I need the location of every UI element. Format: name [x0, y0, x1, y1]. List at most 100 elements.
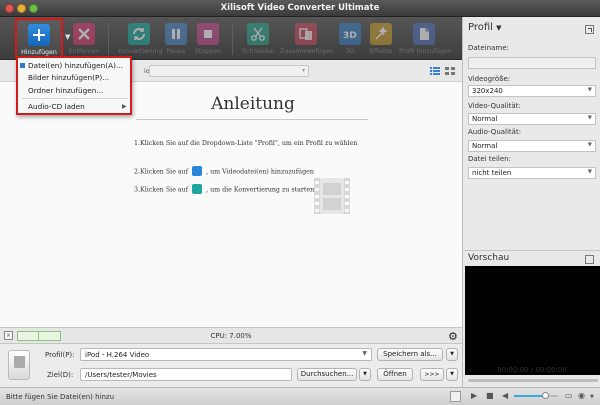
- menu-separator: [22, 98, 128, 99]
- grid-view-icon[interactable]: [445, 67, 455, 75]
- app-window: Xilisoft Video Converter Ultimate Hinzuf…: [0, 0, 600, 405]
- display-icon[interactable]: ▭: [565, 391, 573, 400]
- audio-track-select[interactable]: ▾: [149, 65, 309, 77]
- expand-icon[interactable]: [585, 25, 594, 34]
- video-quality-value: Normal: [472, 115, 498, 123]
- add-profile-button[interactable]: Profil hinzufügen: [399, 19, 452, 59]
- effects-button-label: Effekte: [369, 48, 393, 55]
- seek-bar[interactable]: [468, 379, 598, 382]
- file-add-icon: [20, 63, 25, 68]
- cut-button[interactable]: Schneiden: [242, 19, 275, 59]
- profile-label: Profil(P):: [45, 351, 75, 359]
- camera-icon[interactable]: ◉: [578, 391, 585, 400]
- volume-level: [514, 395, 544, 397]
- chevron-down-icon: ▼: [587, 87, 592, 93]
- 3d-button[interactable]: 3D 3D: [338, 19, 362, 59]
- pause-icon: [165, 23, 187, 45]
- stop-icon: [197, 23, 219, 45]
- main-toolbar: Hinzufügen ▼ Entfernen Konvertierung Pau…: [0, 17, 462, 60]
- profile-panel-title[interactable]: Profil ▼: [468, 22, 502, 33]
- effects-button[interactable]: Effekte: [367, 19, 395, 59]
- add-button[interactable]: Hinzufügen: [15, 18, 63, 59]
- video-size-value: 320x240: [472, 87, 503, 95]
- guide-divider: [136, 119, 368, 120]
- video-quality-select[interactable]: Normal ▼: [468, 113, 596, 125]
- remove-button[interactable]: Entfernen: [68, 19, 100, 59]
- log-icon[interactable]: [450, 391, 461, 402]
- device-icon: [8, 350, 30, 380]
- add-profile-button-label: Profil hinzufügen: [399, 48, 452, 55]
- preview-header: Vorschau: [463, 250, 600, 266]
- remove-button-label: Entfernen: [68, 48, 100, 55]
- video-size-label: Videogröße:: [468, 75, 511, 83]
- convert-icon: [128, 23, 150, 45]
- effects-icon: [370, 23, 392, 45]
- expand-icon[interactable]: [585, 255, 594, 264]
- chevron-down-icon: ▼: [362, 350, 367, 357]
- player-controls: ▶ ■ ◀ ▭ ◉ ▼: [462, 387, 600, 405]
- chevron-down-icon: ▼: [587, 142, 592, 148]
- chevron-down-icon: ▼: [587, 169, 592, 175]
- convert-button[interactable]: Konvertierung: [118, 19, 163, 59]
- cut-button-label: Schneiden: [242, 48, 275, 55]
- menu-item-add-images[interactable]: Bilder hinzufügen(P)...: [28, 73, 109, 82]
- destination-value: /Users/tester/Movies: [85, 371, 157, 379]
- preview-title: Vorschau: [468, 253, 510, 263]
- browse-button[interactable]: Durchsuchen...: [297, 368, 357, 381]
- pause-button[interactable]: Pause: [164, 19, 188, 59]
- split-file-select[interactable]: nicht teilen ▼: [468, 167, 596, 179]
- add-button-label: Hinzufügen: [21, 49, 57, 56]
- filename-label: Dateiname:: [468, 44, 509, 52]
- filename-input[interactable]: [468, 57, 596, 69]
- chevron-down-icon: ▼: [496, 24, 502, 32]
- output-settings: Profil(P): iPod - H.264 Video ▼ Speicher…: [0, 344, 462, 387]
- gear-icon[interactable]: ⚙: [448, 330, 458, 343]
- guide-step-2-suffix: , um Videodatei(en) hinzuzufügen: [206, 168, 314, 176]
- volume-icon[interactable]: ◀: [502, 391, 508, 400]
- audio-quality-value: Normal: [472, 142, 498, 150]
- profile-select-value: iPod - H.264 Video: [85, 351, 150, 359]
- browse-dropdown-button[interactable]: ▼: [359, 368, 371, 381]
- plus-icon: [192, 166, 203, 176]
- menu-item-add-folder[interactable]: Ordner hinzufügen...: [28, 86, 103, 95]
- chevron-down-icon: ▼: [587, 115, 592, 121]
- destination-label: Ziel(D):: [47, 371, 74, 379]
- open-button[interactable]: Öffnen: [377, 368, 413, 381]
- list-view-icon[interactable]: [430, 67, 440, 75]
- transfer-button[interactable]: >>>: [420, 368, 444, 381]
- 3d-button-label: 3D: [345, 48, 355, 55]
- transfer-dropdown-button[interactable]: ▼: [446, 368, 458, 381]
- profile-doc-icon: [413, 23, 435, 45]
- stop-icon[interactable]: ■: [486, 391, 494, 400]
- video-size-select[interactable]: 320x240 ▼: [468, 85, 596, 97]
- profile-select[interactable]: iPod - H.264 Video ▼: [80, 348, 372, 361]
- profile-panel: Profil ▼ Dateiname: Videogröße: 320x240 …: [462, 17, 600, 387]
- submenu-arrow-icon: ▶: [122, 103, 127, 110]
- volume-knob[interactable]: [542, 392, 549, 399]
- merge-button[interactable]: Zusammenfügen: [280, 19, 334, 59]
- chevron-down-icon[interactable]: ▼: [590, 394, 594, 400]
- plus-icon: [28, 24, 50, 46]
- guide-step-2: 2.Klicken Sie auf , um Videodatei(en) hin…: [134, 166, 314, 177]
- playback-time: 00:00:00 / 00:00:00: [497, 366, 567, 374]
- file-list-area[interactable]: Anleitung 1.Klicken Sie auf die Dropdown…: [0, 82, 462, 327]
- save-as-button[interactable]: Speichern als...: [377, 348, 443, 361]
- menu-item-add-files[interactable]: Datei(en) hinzufügen(A)...: [28, 61, 123, 70]
- save-as-dropdown-button[interactable]: ▼: [446, 348, 458, 361]
- audio-quality-select[interactable]: Normal ▼: [468, 140, 596, 152]
- add-files-menu: Datei(en) hinzufügen(A)... Bilder hinzuf…: [16, 56, 132, 115]
- menu-item-load-audio-cd[interactable]: Audio-CD laden: [28, 102, 85, 111]
- convert-icon: [192, 184, 203, 194]
- merge-button-label: Zusammenfügen: [280, 48, 334, 55]
- guide-step-3-suffix: , um die Konvertierung zu starten: [206, 186, 315, 194]
- guide-step-2-prefix: 2.Klicken Sie auf: [134, 168, 189, 176]
- play-icon[interactable]: ▶: [471, 391, 477, 400]
- toolbar-divider: [232, 23, 233, 55]
- scissors-icon: [247, 23, 269, 45]
- destination-input[interactable]: /Users/tester/Movies: [80, 368, 292, 381]
- toolbar-divider: [108, 23, 109, 55]
- audio-quality-label: Audio-Qualität:: [468, 128, 522, 136]
- title-bar: Xilisoft Video Converter Ultimate: [0, 0, 600, 17]
- stop-button[interactable]: Stoppen: [193, 19, 223, 59]
- film-strip-icon: [314, 178, 350, 214]
